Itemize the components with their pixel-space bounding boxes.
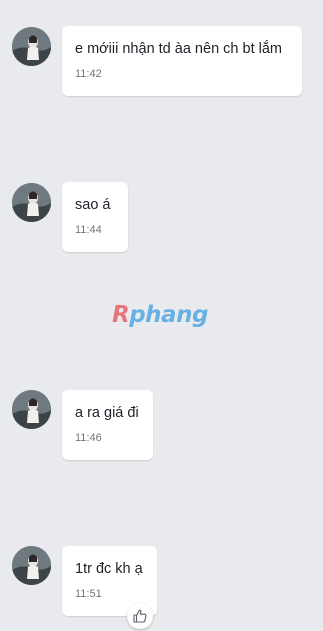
watermark-text: phang	[129, 302, 208, 328]
message-time: 11:42	[75, 68, 102, 80]
message-text: a ra giá đi	[75, 405, 139, 421]
watermark-letter: R	[112, 302, 130, 328]
message-text: e mớiii nhận td àa nên ch bt lắm	[75, 41, 282, 57]
reaction-button[interactable]	[127, 603, 153, 629]
avatar-photo-icon	[12, 27, 51, 66]
message-bubble[interactable]: e mớiii nhận td àa nên ch bt lắm 11:42	[62, 26, 302, 96]
message-bubble[interactable]: sao á 11:44	[62, 182, 128, 252]
contact-avatar[interactable]	[12, 27, 51, 66]
avatar-photo-icon	[12, 390, 51, 429]
contact-avatar[interactable]	[12, 183, 51, 222]
message-time: 11:44	[75, 224, 102, 236]
message-time: 11:51	[75, 588, 102, 600]
contact-avatar[interactable]	[12, 390, 51, 429]
message-bubble[interactable]: a ra giá đi 11:46	[62, 390, 153, 460]
avatar-photo-icon	[12, 546, 51, 585]
avatar-photo-icon	[12, 183, 51, 222]
message-time: 11:46	[75, 432, 102, 444]
chat-conversation: e mớiii nhận td àa nên ch bt lắm 11:42 s…	[0, 0, 323, 631]
thumbs-up-icon	[133, 609, 147, 623]
contact-avatar[interactable]	[12, 546, 51, 585]
message-text: sao á	[75, 197, 111, 213]
message-text: 1tr đc kh ạ	[75, 561, 143, 577]
watermark-logo: Rphang	[112, 300, 212, 330]
